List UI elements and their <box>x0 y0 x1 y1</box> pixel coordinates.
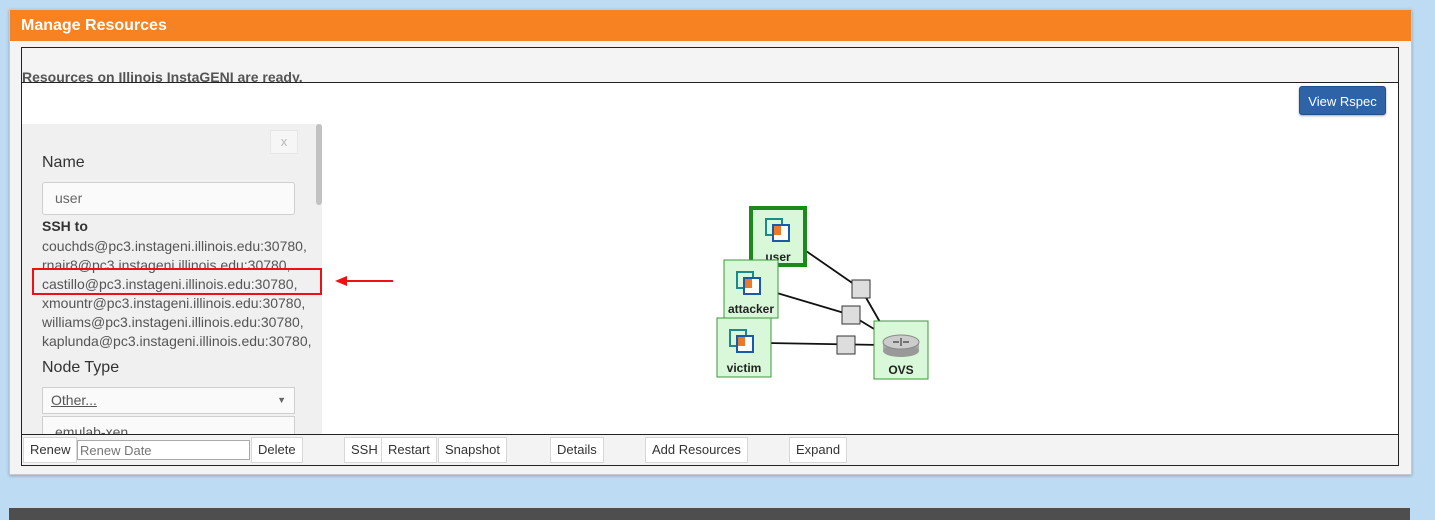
chevron-down-icon: ▼ <box>277 395 286 405</box>
ssh-button[interactable]: SSH <box>344 437 385 463</box>
node-type-select[interactable]: Other... ▼ <box>42 387 295 414</box>
topology-canvas[interactable]: View Rspec user attacker victim OVS x Na… <box>21 82 1399 435</box>
node-type-label: Node Type <box>42 359 120 376</box>
node-label: attacker <box>728 302 774 316</box>
snapshot-button[interactable]: Snapshot <box>438 437 507 463</box>
link-interface[interactable] <box>851 279 871 299</box>
node-victim[interactable]: victim <box>716 317 772 378</box>
link-victim-ovs <box>766 342 883 346</box>
node-label: victim <box>727 361 762 375</box>
close-panel-button[interactable]: x <box>270 130 298 154</box>
ssh-highlight-box <box>32 268 322 295</box>
action-toolbar: Renew Delete SSH Restart Snapshot Detail… <box>21 434 1399 466</box>
side-panel-scrollbar[interactable] <box>316 124 322 205</box>
ssh-login-item[interactable]: kaplunda@pc3.instageni.illinois.edu:3078… <box>42 332 316 350</box>
node-user[interactable]: user <box>749 206 807 267</box>
ssh-login-item[interactable]: xmountr@pc3.instageni.illinois.edu:30780… <box>42 294 316 312</box>
node-type-value[interactable]: emulab-xen <box>42 416 295 434</box>
manage-resources-panel: Manage Resources Resources on Illinois I… <box>9 9 1412 475</box>
node-attacker[interactable]: attacker <box>723 259 779 319</box>
renew-date-input[interactable] <box>77 440 250 460</box>
node-type-selected: Other... <box>51 392 97 408</box>
ssh-heading: SSH to <box>42 218 88 234</box>
status-box: Resources on Illinois InstaGENI are read… <box>21 47 1399 85</box>
ssh-login-item[interactable]: williams@pc3.instageni.illinois.edu:3078… <box>42 313 316 331</box>
ssh-login-item[interactable]: couchds@pc3.instageni.illinois.edu:30780… <box>42 237 316 255</box>
name-input[interactable]: user <box>42 182 295 215</box>
router-icon <box>882 334 920 357</box>
name-label: Name <box>42 154 85 171</box>
add-resources-button[interactable]: Add Resources <box>645 437 748 463</box>
node-ovs[interactable]: OVS <box>873 320 929 380</box>
details-button[interactable]: Details <box>550 437 604 463</box>
restart-button[interactable]: Restart <box>381 437 437 463</box>
link-interface[interactable] <box>841 305 861 325</box>
node-label: OVS <box>888 363 913 377</box>
arrow-left-icon <box>335 276 393 286</box>
renew-button[interactable]: Renew <box>23 437 78 463</box>
panel-title: Manage Resources <box>10 10 1411 41</box>
footer-bar <box>9 508 1410 520</box>
delete-button[interactable]: Delete <box>251 437 303 463</box>
expand-button[interactable]: Expand <box>789 437 848 463</box>
link-interface[interactable] <box>836 335 856 355</box>
